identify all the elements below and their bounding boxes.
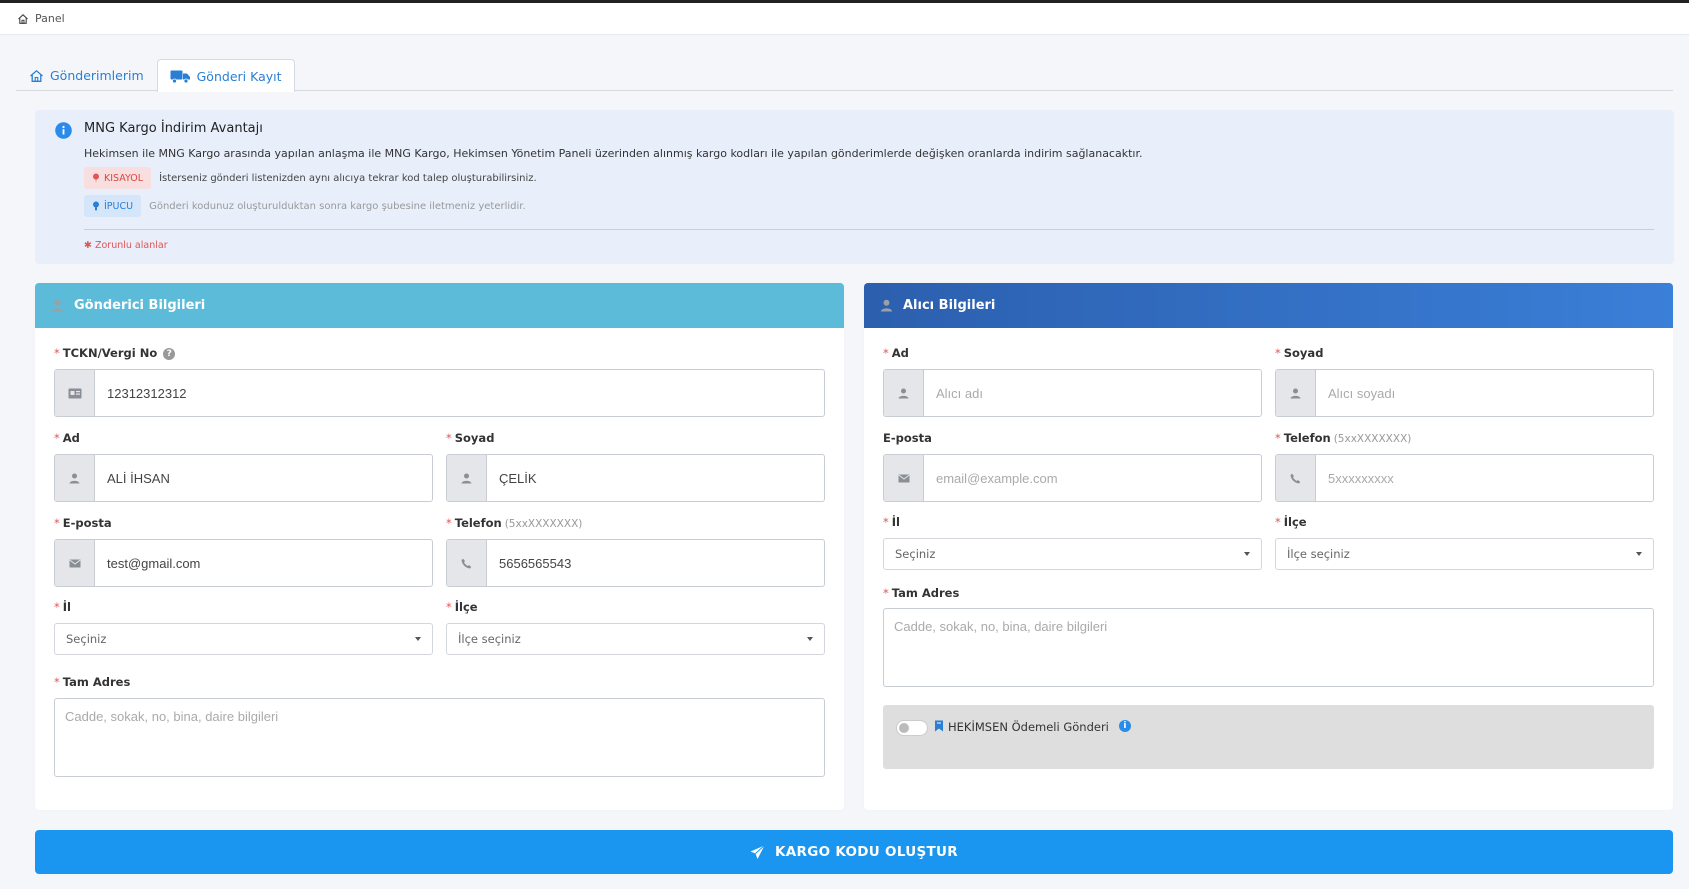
receiver-name-label: * Ad: [883, 346, 909, 360]
sender-card-header: Gönderici Bilgileri: [35, 283, 844, 328]
shortcut-row: KISAYOL İsterseniz gönderi listenizden a…: [84, 167, 537, 189]
receiver-name-field: [883, 369, 1262, 417]
user-icon: [1276, 370, 1316, 416]
receiver-surname-input[interactable]: [1316, 370, 1653, 416]
receiver-surname-label: * Soyad: [1275, 346, 1324, 360]
chevron-down-icon: [415, 637, 421, 641]
tckn-label: * TCKN/Vergi No?: [54, 346, 176, 360]
tab-bar: Gönderimlerim Gönderi Kayıt: [16, 59, 1673, 92]
shortcut-tag: KISAYOL: [84, 167, 152, 189]
receiver-card-title: Alıcı Bilgileri: [903, 298, 996, 313]
receiver-email-field: [883, 454, 1262, 502]
info-description: Hekimsen ile MNG Kargo arasında yapılan …: [84, 147, 1143, 160]
tab-gonderi-kayit-label: Gönderi Kayıt: [196, 68, 282, 84]
payment-label: HEKİMSEN Ödemeli Gönderi: [948, 720, 1109, 734]
tab-gonderimlerim[interactable]: Gönderimlerim: [16, 59, 157, 91]
user-icon: [55, 455, 95, 501]
shortcut-text: İsterseniz gönderi listenizden aynı alıc…: [159, 172, 537, 184]
envelope-icon: [55, 540, 95, 586]
pin-icon: [93, 173, 99, 183]
sender-address-input[interactable]: [54, 698, 825, 777]
sender-email-input[interactable]: [95, 540, 432, 586]
tip-tag: İPUCU: [84, 195, 142, 217]
sender-email-field: [54, 539, 433, 587]
payment-toggle[interactable]: [896, 720, 928, 736]
chevron-down-icon: [1636, 552, 1642, 556]
sender-email-label: * E-posta: [54, 516, 112, 530]
receiver-phone-input[interactable]: [1316, 455, 1653, 501]
tip-row: İPUCU Gönderi kodunuz oluşturulduktan so…: [84, 195, 526, 217]
lightbulb-icon: [93, 201, 99, 211]
chevron-down-icon: [1244, 552, 1250, 556]
sender-district-label: * İlçe: [446, 600, 478, 614]
sender-district-select[interactable]: İlçe seçiniz: [446, 623, 825, 655]
receiver-city-select[interactable]: Seçiniz: [883, 538, 1262, 570]
receiver-address-input[interactable]: [883, 608, 1654, 687]
required-note: ✱ Zorunlu alanlar: [84, 240, 168, 251]
sender-surname-field: [446, 454, 825, 502]
tab-gonderi-kayit[interactable]: Gönderi Kayıt: [156, 59, 295, 92]
chevron-down-icon: [807, 637, 813, 641]
receiver-name-input[interactable]: [924, 370, 1261, 416]
info-divider: [84, 229, 1654, 230]
sender-card-title: Gönderici Bilgileri: [74, 298, 206, 313]
bookmark-icon: [935, 720, 943, 732]
sender-surname-label: * Soyad: [446, 431, 495, 445]
sender-city-select[interactable]: Seçiniz: [54, 623, 433, 655]
help-icon[interactable]: ?: [163, 347, 176, 360]
breadcrumb-panel[interactable]: Panel: [35, 12, 65, 25]
id-card-icon: [55, 370, 95, 416]
tab-gonderimlerim-label: Gönderimlerim: [50, 68, 144, 83]
sender-address-label: * Tam Adres: [54, 675, 131, 689]
sender-city-label: * İl: [54, 600, 71, 614]
phone-icon: [447, 540, 487, 586]
envelope-icon: [884, 455, 924, 501]
tckn-field: [54, 369, 825, 417]
info-title: MNG Kargo İndirim Avantajı: [84, 121, 263, 136]
phone-icon: [1276, 455, 1316, 501]
sender-name-label: * Ad: [54, 431, 80, 445]
receiver-address-label: * Tam Adres: [883, 586, 960, 600]
sender-phone-label: * Telefon (5xxXXXXXXX): [446, 516, 583, 530]
receiver-district-label: * İlçe: [1275, 515, 1307, 529]
sender-phone-input[interactable]: [487, 540, 824, 586]
home-icon: [30, 69, 43, 82]
create-cargo-code-button[interactable]: KARGO KODU OLUŞTUR: [35, 830, 1673, 874]
info-icon: [55, 122, 72, 139]
sender-phone-field: [446, 539, 825, 587]
receiver-card-header: Alıcı Bilgileri: [864, 283, 1673, 328]
receiver-card: Alıcı Bilgileri *Ad *Soyad E-posta *Tele…: [864, 283, 1673, 810]
user-icon: [447, 455, 487, 501]
tip-text: Gönderi kodunuz oluşturulduktan sonra ka…: [149, 200, 526, 212]
user-icon: [880, 299, 893, 312]
sender-surname-input[interactable]: [487, 455, 824, 501]
sender-name-field: [54, 454, 433, 502]
truck-icon: [170, 70, 190, 83]
create-cargo-code-label: KARGO KODU OLUŞTUR: [774, 844, 958, 860]
home-icon: [18, 13, 28, 24]
paper-plane-icon: [750, 844, 765, 859]
receiver-phone-field: [1275, 454, 1654, 502]
receiver-email-input[interactable]: [924, 455, 1261, 501]
user-icon: [884, 370, 924, 416]
receiver-city-label: * İl: [883, 515, 900, 529]
info-icon[interactable]: i: [1118, 720, 1131, 732]
receiver-surname-field: [1275, 369, 1654, 417]
payment-option-box: HEKİMSEN Ödemeli Gönderi i: [883, 705, 1654, 769]
receiver-district-select[interactable]: İlçe seçiniz: [1275, 538, 1654, 570]
receiver-phone-label: * Telefon (5xxXXXXXXX): [1275, 431, 1412, 445]
info-alert: MNG Kargo İndirim Avantajı Hekimsen ile …: [35, 110, 1674, 264]
receiver-email-label: E-posta: [883, 431, 932, 445]
sender-name-input[interactable]: [95, 455, 432, 501]
user-icon: [51, 299, 64, 312]
tckn-input[interactable]: [95, 370, 824, 416]
breadcrumb: Panel: [0, 3, 1689, 35]
sender-card: Gönderici Bilgileri *TCKN/Vergi No? *Ad …: [35, 283, 844, 810]
